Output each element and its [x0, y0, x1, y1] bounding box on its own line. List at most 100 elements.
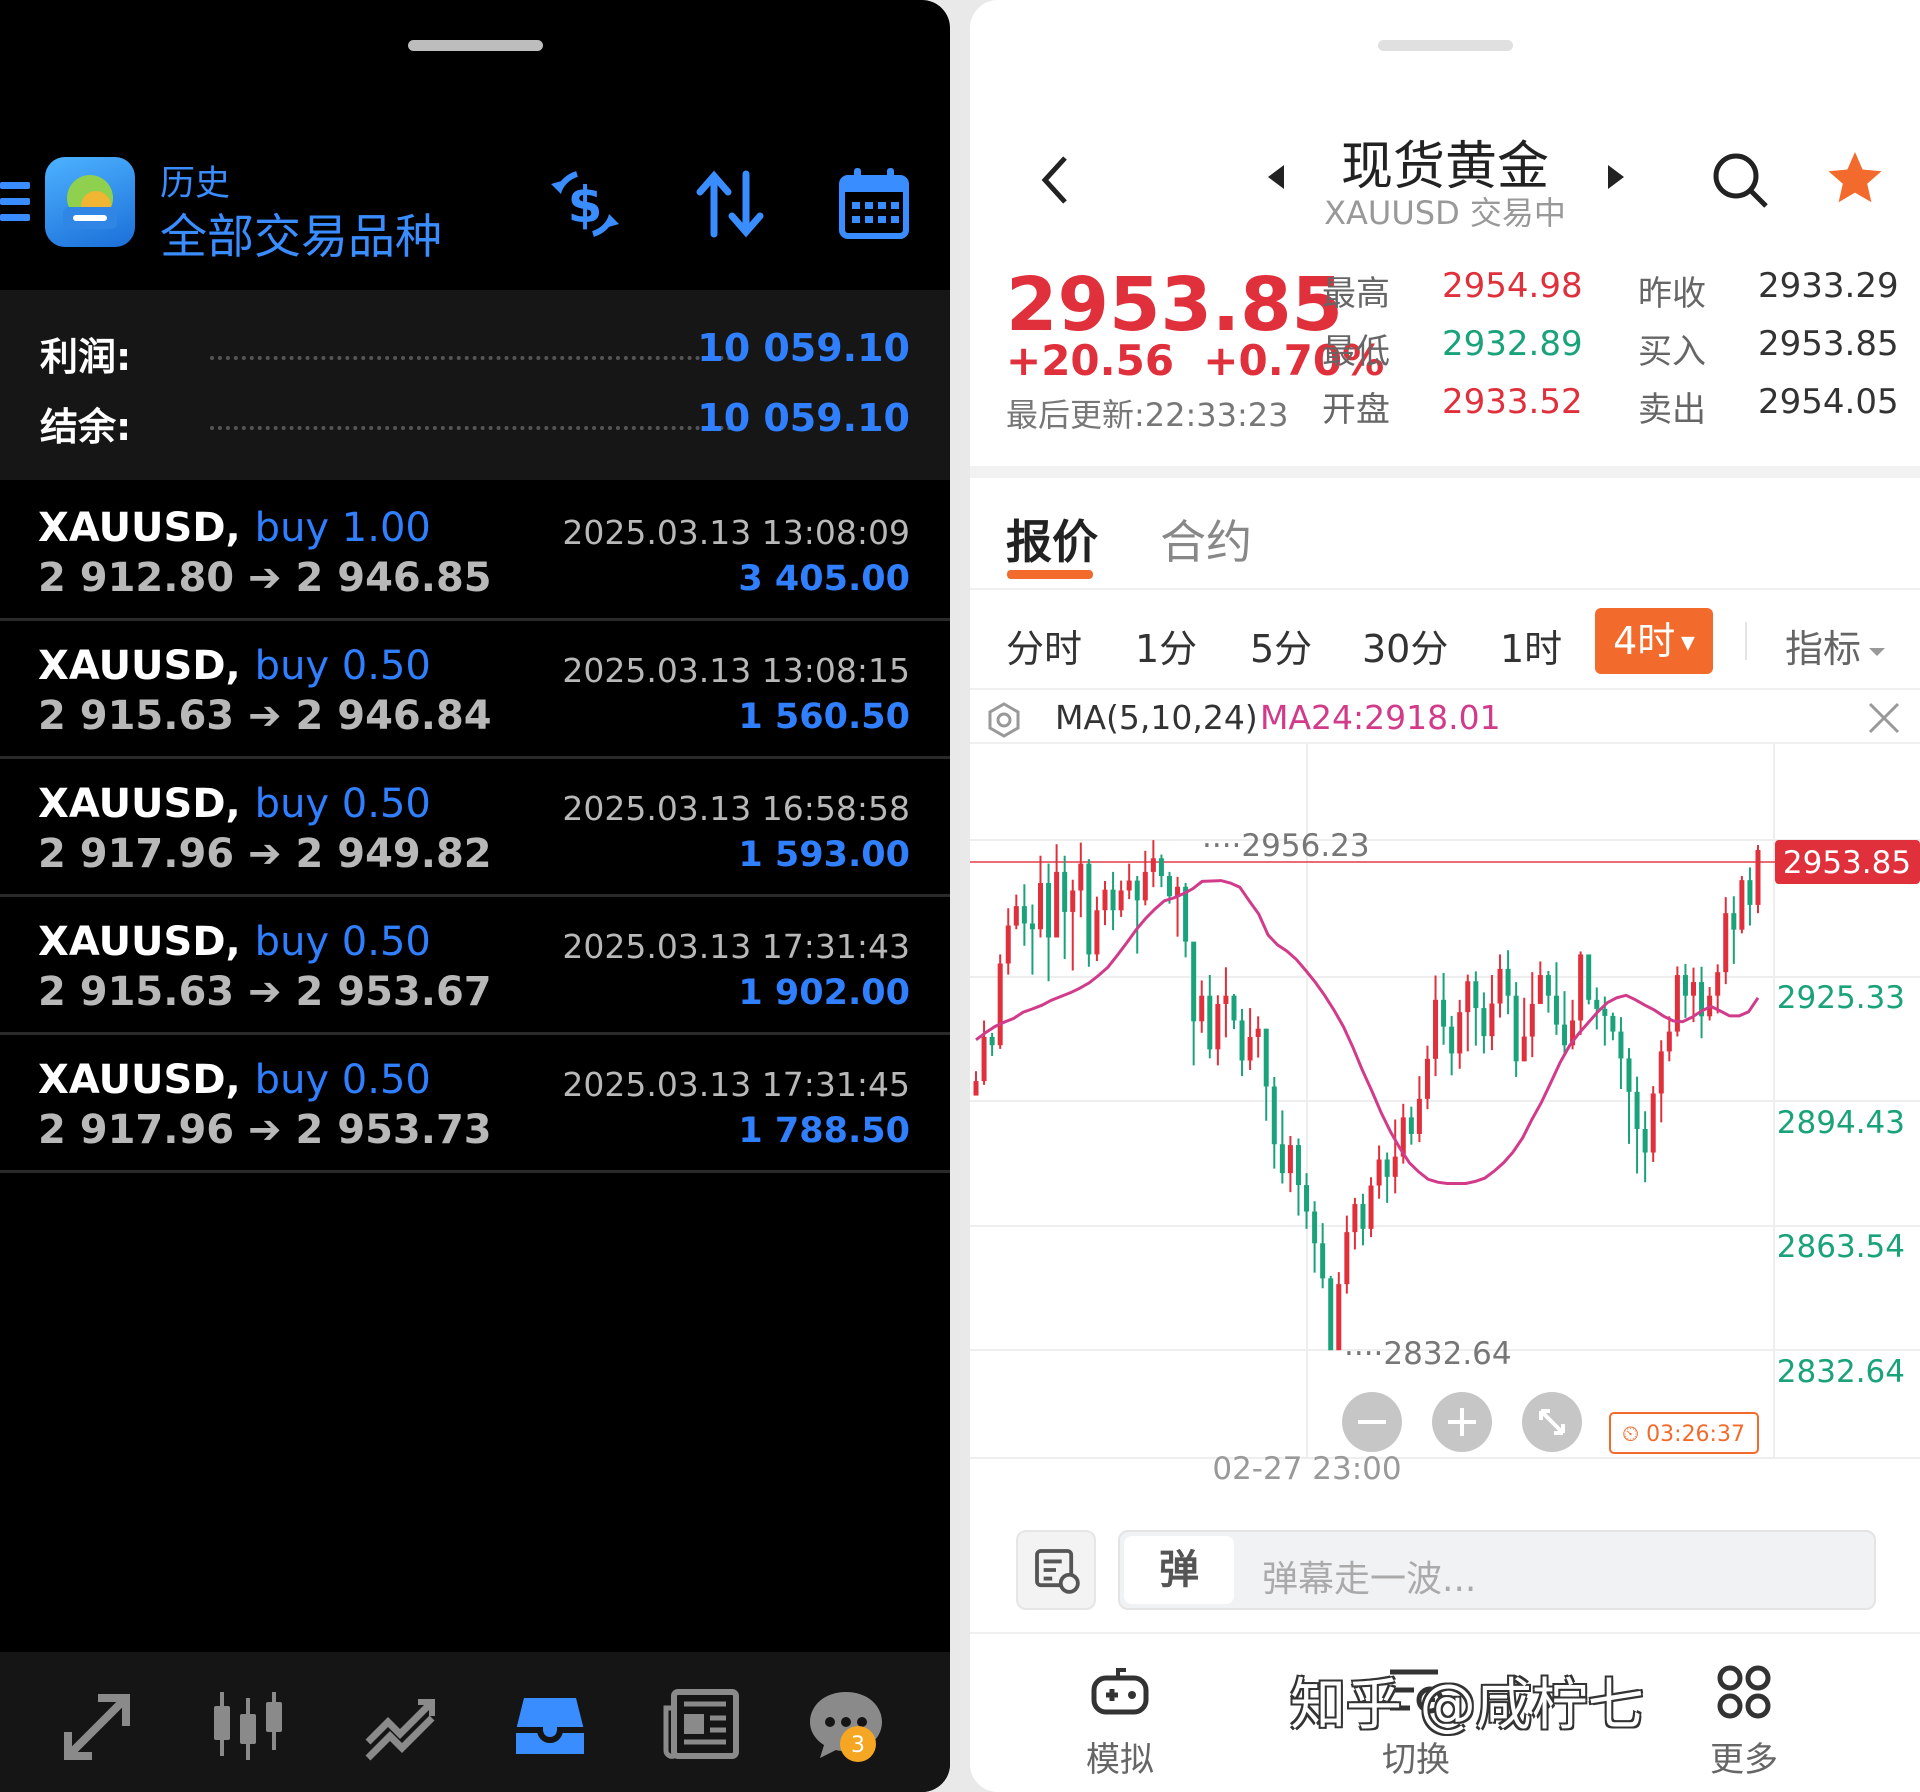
- danmaku-settings-icon[interactable]: [1016, 1530, 1096, 1610]
- currency-exchange-icon[interactable]: $: [545, 164, 625, 244]
- trade-prices: 2 917.96 ➔ 2 953.73: [38, 1107, 492, 1153]
- candle-body: [1731, 913, 1737, 930]
- candle-body: [1046, 883, 1052, 938]
- candle-body: [1505, 968, 1511, 996]
- candle-body: [1634, 1091, 1640, 1129]
- y-tick-label: 2894.43: [1777, 1105, 1905, 1141]
- more-grid-icon: [1717, 1665, 1771, 1719]
- trade-time: 2025.03.13 17:31:43: [562, 927, 910, 966]
- trade-symbol: XAUUSD, buy 0.50: [38, 781, 431, 827]
- close-icon[interactable]: [1866, 700, 1902, 736]
- next-symbol-icon[interactable]: [1608, 165, 1624, 189]
- countdown-text: ⏲ 03:26:37: [1622, 1422, 1745, 1447]
- trade-row[interactable]: XAUUSD, buy 0.50 2 917.96 ➔ 2 949.82 202…: [0, 759, 950, 897]
- fullscreen-button[interactable]: [1522, 1392, 1582, 1452]
- countdown-timer: ⏲ 03:26:37: [1609, 1412, 1759, 1454]
- x-axis-label: 02-27 23:00: [1212, 1451, 1401, 1484]
- quotes-icon[interactable]: [58, 1684, 138, 1764]
- nav-simulate[interactable]: 模拟: [1040, 1660, 1200, 1781]
- candle-body: [1191, 941, 1197, 1022]
- candle-body: [1650, 1093, 1656, 1153]
- candle-body: [1118, 890, 1124, 911]
- chat-icon[interactable]: 3: [806, 1684, 886, 1764]
- trade-row[interactable]: XAUUSD, buy 0.50 2 915.63 ➔ 2 946.84 202…: [0, 621, 950, 759]
- gamepad-icon: [1091, 1668, 1149, 1715]
- symbol-filter[interactable]: 全部交易品种: [160, 198, 442, 267]
- zoom-out-button[interactable]: [1342, 1392, 1402, 1452]
- favorite-star-icon[interactable]: [1825, 148, 1885, 208]
- trade-profit: 3 405.00: [738, 559, 910, 599]
- candle-body: [1078, 863, 1084, 891]
- mt4-history-panel: 历史 全部交易品种 $ 利润: 10 059.10 结余: 10 059.10 …: [0, 0, 950, 1792]
- candle-body: [1142, 871, 1148, 901]
- trade-prices: 2 915.63 ➔ 2 946.84: [38, 693, 492, 739]
- period-1min[interactable]: 1分: [1135, 618, 1197, 673]
- open-label: 开盘: [1322, 390, 1390, 430]
- candle-body: [1013, 906, 1019, 926]
- candle-body: [1328, 1278, 1334, 1351]
- period-4hour[interactable]: 4时 ▼: [1595, 608, 1713, 674]
- ask-value: 2954.05: [1758, 382, 1899, 422]
- candle-body: [1449, 1026, 1455, 1054]
- candle-body: [973, 1081, 979, 1096]
- candle-body: [1691, 982, 1697, 996]
- tab-contract[interactable]: 合约: [1160, 506, 1252, 572]
- candle-body: [1094, 910, 1100, 955]
- trade-row[interactable]: XAUUSD, buy 0.50 2 915.63 ➔ 2 953.67 202…: [0, 897, 950, 1035]
- trade-time: 2025.03.13 17:31:45: [562, 1065, 910, 1104]
- drag-handle[interactable]: [1378, 40, 1513, 51]
- prev-close-label: 昨收: [1638, 274, 1706, 314]
- candle-body: [1489, 1003, 1495, 1037]
- candlestick-chart[interactable]: ····2956.23 ····2832.64 2953.85 2925.33 …: [970, 744, 1920, 1484]
- trade-side: buy 1.00: [254, 505, 431, 551]
- trade-history-list: XAUUSD, buy 1.00 2 912.80 ➔ 2 946.85 202…: [0, 483, 950, 1173]
- candle-body: [1360, 1204, 1366, 1229]
- balance-row: 结余: 10 059.10: [40, 396, 910, 456]
- symbol-subtitle: XAUUSD 交易中: [1324, 194, 1566, 232]
- trade-row[interactable]: XAUUSD, buy 1.00 2 912.80 ➔ 2 946.85 202…: [0, 483, 950, 621]
- danmaku-toggle[interactable]: 弹: [1124, 1536, 1234, 1604]
- candle-body: [1005, 925, 1011, 964]
- chart-icon[interactable]: [208, 1684, 288, 1764]
- tab-quote[interactable]: 报价: [1006, 506, 1098, 572]
- ask-label: 卖出: [1638, 390, 1706, 430]
- period-1hour[interactable]: 1时: [1500, 618, 1562, 673]
- drag-handle[interactable]: [408, 40, 543, 51]
- period-30min[interactable]: 30分: [1362, 618, 1448, 673]
- candle-body: [1134, 880, 1140, 901]
- indicator-dropdown[interactable]: 指标: [1785, 618, 1885, 673]
- indicator-settings-icon[interactable]: [986, 702, 1022, 738]
- bid-label: 买入: [1638, 332, 1706, 372]
- quote-summary: 2953.85 +20.56 +0.70% 最后更新:22:33:23 最高 2…: [970, 240, 1920, 470]
- sort-icon[interactable]: [690, 164, 770, 244]
- dotted-leader: [210, 426, 740, 430]
- candles: [973, 840, 1761, 1351]
- candle-body: [1618, 1031, 1624, 1059]
- search-icon[interactable]: [1710, 150, 1770, 210]
- candle-body: [1376, 1159, 1382, 1186]
- danmaku-input[interactable]: 弹 弹幕走一波...: [1118, 1530, 1876, 1610]
- nav-more[interactable]: 更多: [1664, 1660, 1824, 1781]
- candle-body: [1255, 1028, 1261, 1037]
- trade-side: buy 0.50: [254, 643, 431, 689]
- candle-body: [1658, 1051, 1664, 1094]
- profit-row: 利润: 10 059.10: [40, 326, 910, 386]
- profit-label: 利润:: [40, 335, 132, 379]
- menu-icon[interactable]: [0, 182, 30, 226]
- zoom-in-button[interactable]: [1432, 1392, 1492, 1452]
- history-icon[interactable]: [510, 1684, 590, 1764]
- candle-body: [1239, 1020, 1245, 1061]
- trade-symbol: XAUUSD, buy 1.00: [38, 505, 431, 551]
- trade-row[interactable]: XAUUSD, buy 0.50 2 917.96 ➔ 2 953.73 202…: [0, 1035, 950, 1173]
- period-timeshare[interactable]: 分时: [1006, 618, 1082, 673]
- period-5min[interactable]: 5分: [1250, 618, 1312, 673]
- dotted-leader: [210, 356, 740, 360]
- trade-time: 2025.03.13 13:08:09: [562, 513, 910, 552]
- trade-profit: 1 788.50: [738, 1111, 910, 1151]
- candle-body: [1150, 858, 1156, 872]
- trade-icon[interactable]: [360, 1684, 440, 1764]
- low-label: 最低: [1322, 332, 1390, 372]
- news-icon[interactable]: [662, 1684, 742, 1764]
- calendar-icon[interactable]: [834, 164, 914, 244]
- section-divider: [970, 466, 1920, 478]
